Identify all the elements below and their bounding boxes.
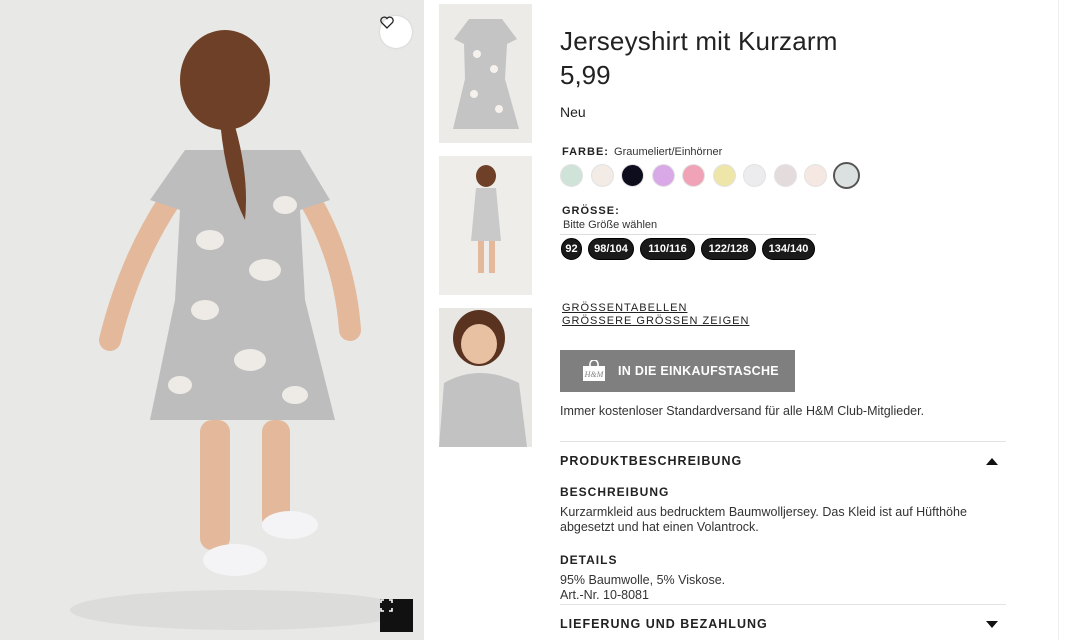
thumbnail-image: [439, 156, 532, 295]
size-hint: Bitte Größe wählen: [563, 219, 658, 231]
shipping-note: Immer kostenloser Standardversand für al…: [560, 404, 925, 418]
color-swatch[interactable]: [651, 164, 675, 187]
color-swatch-selected[interactable]: [832, 162, 860, 189]
description-line: abgesetzt und hat einen Volantrock.: [560, 520, 759, 534]
shopping-bag-icon: H&M: [583, 360, 605, 381]
size-options: 92 98/104 110/116 122/128 134/140: [561, 238, 821, 260]
size-option[interactable]: 92: [561, 238, 582, 260]
product-description-title: PRODUKTBESCHREIBUNG: [560, 454, 743, 468]
color-swatch[interactable]: [621, 164, 644, 187]
product-price: 5,99: [560, 60, 611, 90]
thumbnail-dress-front[interactable]: [439, 4, 532, 143]
expand-icon: [380, 599, 393, 612]
divider: [560, 234, 816, 235]
fullscreen-button[interactable]: [380, 599, 413, 632]
details-line: 95% Baumwolle, 5% Viskose.: [560, 573, 726, 587]
color-swatches: [560, 162, 865, 189]
divider: [560, 604, 1006, 605]
size-label: GRÖSSE:: [562, 205, 620, 217]
delivery-payment-title: LIEFERUNG UND BEZAHLUNG: [560, 617, 768, 631]
size-option[interactable]: 98/104: [588, 238, 634, 260]
chevron-up-icon: [986, 457, 998, 465]
favorite-heart-button[interactable]: [380, 16, 412, 48]
chevron-down-icon: [986, 620, 998, 628]
thumbnail-girl-closeup[interactable]: [439, 308, 532, 447]
color-label: FARBE:: [562, 146, 609, 158]
size-option[interactable]: 122/128: [701, 238, 756, 260]
thumbnail-image: [439, 308, 532, 447]
size-option[interactable]: 134/140: [762, 238, 815, 260]
color-swatch[interactable]: [590, 164, 614, 187]
color-label-row: FARBE: Graumeliert/Einhörner: [562, 146, 722, 158]
color-swatch[interactable]: [682, 164, 705, 187]
color-swatch[interactable]: [773, 164, 797, 187]
size-option[interactable]: 110/116: [640, 238, 695, 260]
color-swatch[interactable]: [743, 164, 766, 187]
color-swatch[interactable]: [804, 164, 827, 187]
thumbnail-girl-front[interactable]: [439, 156, 532, 295]
page-edge-divider: [1058, 0, 1059, 640]
delivery-payment-toggle[interactable]: LIEFERUNG UND BEZAHLUNG: [560, 614, 1006, 634]
description-heading: BESCHREIBUNG: [560, 485, 670, 499]
bag-logo-text: H&M: [584, 370, 605, 379]
main-product-image[interactable]: [0, 0, 424, 640]
selected-color-name: Graumeliert/Einhörner: [614, 146, 723, 158]
product-title: Jerseyshirt mit Kurzarm: [560, 26, 838, 56]
details-line: Art.-Nr. 10-8081: [560, 588, 649, 602]
larger-sizes-link[interactable]: GRÖSSERE GRÖSSEN ZEIGEN: [562, 315, 749, 327]
details-heading: DETAILS: [560, 553, 618, 567]
product-description-toggle[interactable]: PRODUKTBESCHREIBUNG: [560, 451, 1006, 471]
color-swatch[interactable]: [712, 164, 736, 187]
color-swatch[interactable]: [560, 164, 583, 187]
new-badge: Neu: [560, 104, 586, 120]
description-line: Kurzarmkleid aus bedrucktem Baumwolljers…: [560, 505, 967, 519]
divider: [560, 441, 1006, 442]
size-tables-link[interactable]: GRÖSSENTABELLEN: [562, 302, 687, 314]
product-photo-girl-back: [0, 0, 424, 640]
heart-icon: [380, 16, 394, 29]
thumbnail-image: [439, 4, 532, 143]
add-to-bag-label: IN DIE EINKAUFSTASCHE: [618, 364, 779, 378]
add-to-bag-button[interactable]: H&M IN DIE EINKAUFSTASCHE: [560, 350, 795, 392]
